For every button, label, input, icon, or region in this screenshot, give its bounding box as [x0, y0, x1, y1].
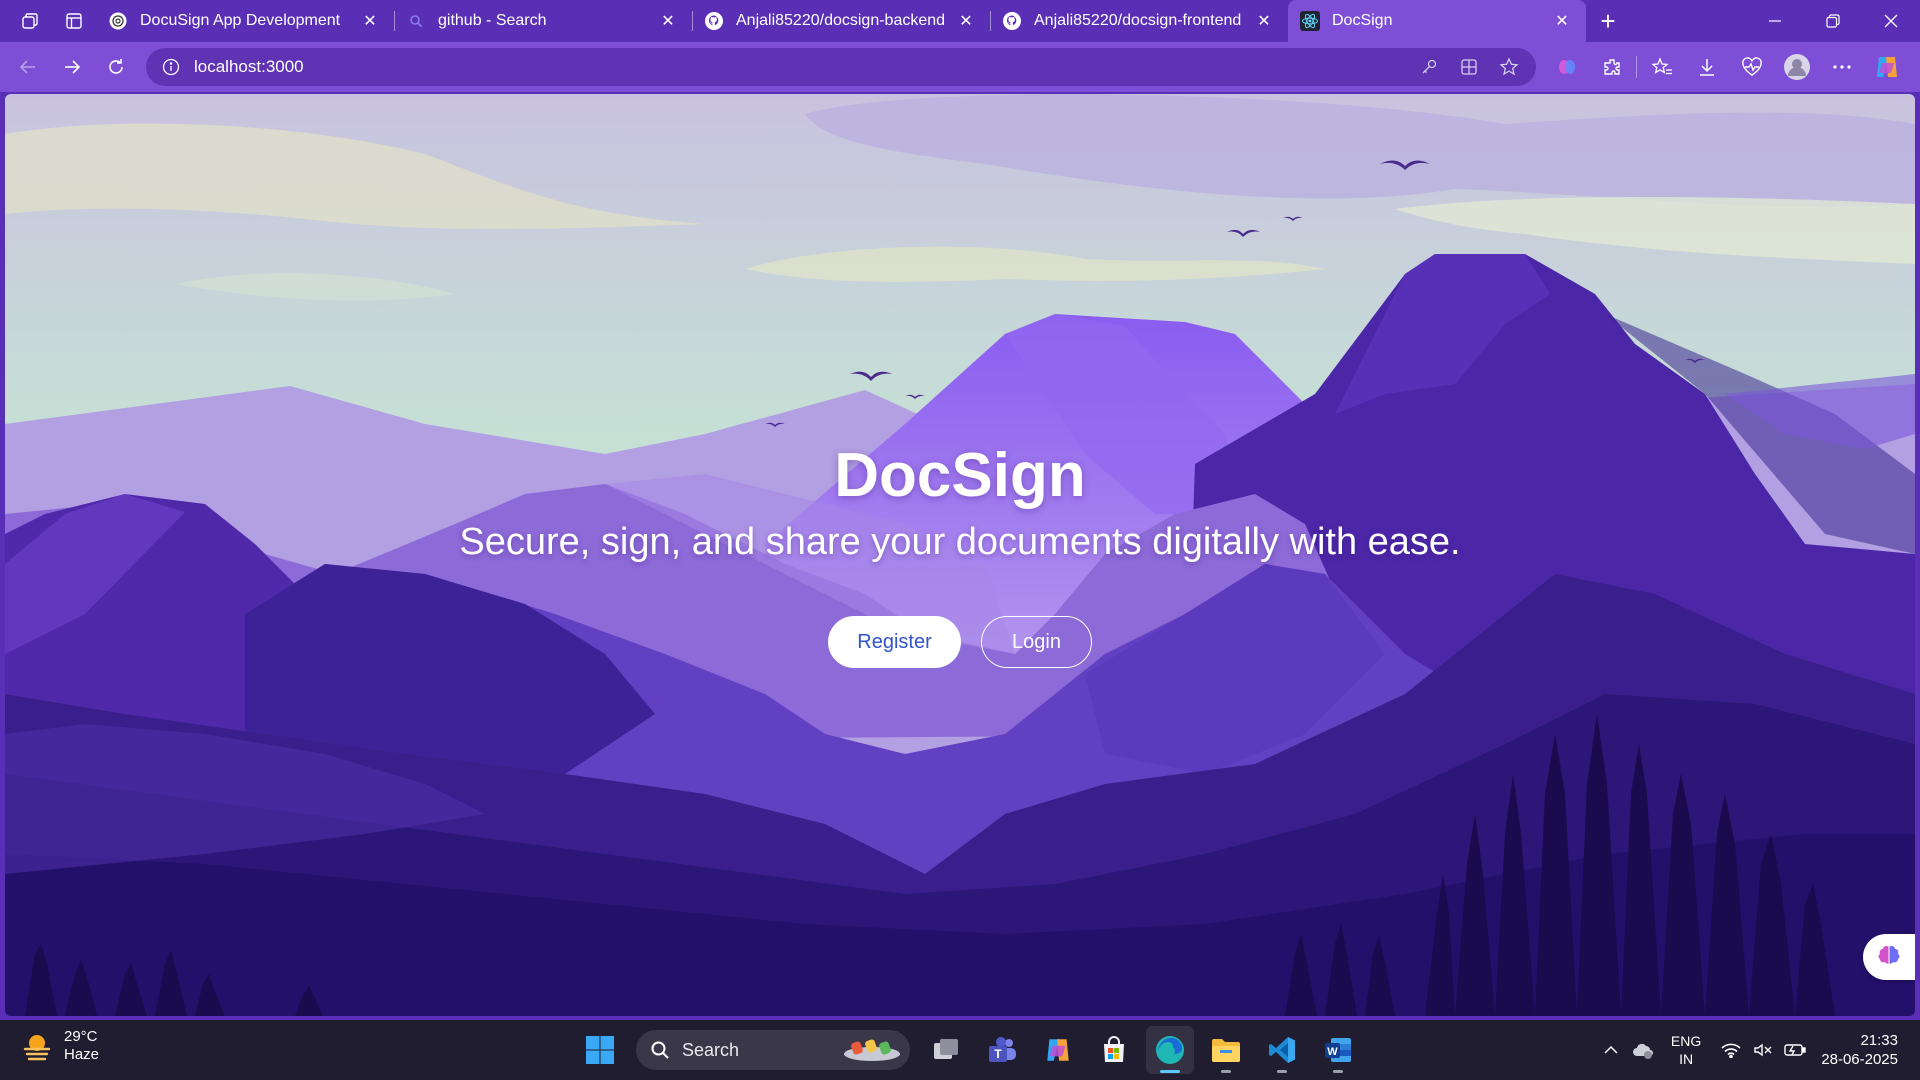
- taskbar-apps: Search T W: [576, 1026, 1362, 1074]
- clock-time: 21:33: [1860, 1032, 1898, 1049]
- workspaces-icon[interactable]: [8, 0, 52, 42]
- vscode-app[interactable]: [1258, 1026, 1306, 1074]
- battery-icon[interactable]: [1779, 1030, 1811, 1070]
- clock[interactable]: 21:33 28-06-2025: [1821, 1031, 1898, 1069]
- clock-date: 28-06-2025: [1821, 1051, 1898, 1068]
- github-icon: [704, 11, 724, 31]
- restore-icon[interactable]: [1804, 0, 1862, 42]
- vscode-icon: [1269, 1037, 1295, 1063]
- tab-title: Anjali85220/docsign-frontend: [1034, 12, 1242, 29]
- forward-icon[interactable]: [50, 47, 94, 87]
- teams-icon: T: [989, 1037, 1016, 1062]
- close-icon[interactable]: ✕: [1550, 9, 1574, 33]
- tab-docsign-backend[interactable]: Anjali85220/docsign-backend ✕: [692, 0, 990, 42]
- microsoft-store-app[interactable]: [1090, 1026, 1138, 1074]
- edge-icon: [1156, 1036, 1184, 1064]
- show-hidden-icons-icon[interactable]: [1595, 1030, 1627, 1070]
- tab-title: Anjali85220/docsign-backend: [736, 12, 946, 29]
- teams-app[interactable]: T: [978, 1026, 1026, 1074]
- apps-icon[interactable]: [1452, 50, 1486, 84]
- close-window-icon[interactable]: [1862, 0, 1920, 42]
- svg-text:T: T: [994, 1047, 1002, 1061]
- tab-github-search[interactable]: github - Search ✕: [394, 0, 692, 42]
- tab-title: DocuSign App Development: [140, 12, 341, 29]
- wifi-icon[interactable]: [1715, 1030, 1747, 1070]
- tab-title: DocSign: [1332, 12, 1393, 29]
- svg-text:W: W: [1327, 1046, 1338, 1058]
- taskbar-search[interactable]: Search: [636, 1030, 910, 1070]
- copilot-icon: [1047, 1039, 1069, 1061]
- search-highlight-icon: [844, 1039, 900, 1061]
- extensions-icon[interactable]: [1589, 47, 1634, 87]
- copilot-extension-icon[interactable]: [1544, 47, 1589, 87]
- toolbar-divider: [1636, 56, 1637, 78]
- close-icon[interactable]: ✕: [656, 9, 680, 33]
- refresh-icon[interactable]: [94, 47, 138, 87]
- copilot-icon[interactable]: [1864, 47, 1909, 87]
- window-controls: [1746, 0, 1920, 42]
- word-app[interactable]: W: [1314, 1026, 1362, 1074]
- close-icon[interactable]: ✕: [1252, 9, 1276, 33]
- system-tray: ENG IN 21:33 28-06-2025: [1595, 1020, 1920, 1080]
- search-label: Search: [682, 1039, 740, 1060]
- haze-weather-icon: [23, 1035, 51, 1061]
- store-icon: [1104, 1036, 1124, 1062]
- tab-docusign-app-development[interactable]: DocuSign App Development ✕: [96, 0, 394, 42]
- copilot-app[interactable]: [1034, 1026, 1082, 1074]
- tab-docsign-frontend[interactable]: Anjali85220/docsign-frontend ✕: [990, 0, 1288, 42]
- volume-muted-icon[interactable]: [1747, 1030, 1779, 1070]
- windows-taskbar: 29°C Haze Search T W ENG IN 21:33 28-06-…: [0, 1020, 1920, 1080]
- tab-docsign[interactable]: DocSign ✕: [1288, 0, 1586, 42]
- minimize-icon[interactable]: [1746, 0, 1804, 42]
- start-button[interactable]: [576, 1026, 624, 1074]
- register-button[interactable]: Register: [828, 616, 961, 668]
- brain-icon: [1877, 943, 1901, 972]
- close-icon[interactable]: ✕: [954, 9, 978, 33]
- weather-temperature: 29°C: [64, 1028, 98, 1045]
- windows-logo-icon: [586, 1036, 614, 1064]
- url-text: localhost:3000: [194, 57, 304, 76]
- task-view-icon: [934, 1039, 958, 1059]
- info-icon[interactable]: [160, 56, 182, 78]
- region-code: IN: [1679, 1051, 1694, 1067]
- chatgpt-icon: [108, 11, 128, 31]
- word-icon: W: [1325, 1038, 1351, 1062]
- vertical-tabs-icon[interactable]: [52, 0, 96, 42]
- more-options-icon[interactable]: [1819, 47, 1864, 87]
- favorite-star-icon[interactable]: [1492, 50, 1526, 84]
- weather-condition: Haze: [64, 1046, 100, 1063]
- login-button[interactable]: Login: [981, 616, 1092, 668]
- downloads-icon[interactable]: [1684, 47, 1729, 87]
- address-bar[interactable]: localhost:3000: [146, 48, 1536, 86]
- tab-title: github - Search: [438, 12, 547, 29]
- language-code: ENG: [1670, 1033, 1702, 1049]
- folder-icon: [1212, 1039, 1240, 1062]
- weather-widget[interactable]: 29°C Haze: [20, 1028, 99, 1064]
- search-icon: [406, 11, 426, 31]
- browser-tab-strip: DocuSign App Development ✕ github - Sear…: [0, 0, 1920, 42]
- onedrive-icon[interactable]: [1627, 1030, 1659, 1070]
- browser-toolbar: localhost:3000: [0, 42, 1920, 92]
- hero-buttons: Register Login: [5, 616, 1915, 668]
- close-icon[interactable]: ✕: [358, 9, 382, 33]
- react-icon: [1300, 11, 1320, 31]
- favorites-icon[interactable]: [1639, 47, 1684, 87]
- page-title: DocSign: [834, 441, 1086, 510]
- search-icon: [651, 1041, 669, 1059]
- floating-assistant-widget[interactable]: [1863, 934, 1915, 980]
- page-subtitle: Secure, sign, and share your documents d…: [459, 521, 1461, 563]
- back-icon[interactable]: [6, 47, 50, 87]
- input-language[interactable]: ENG IN: [1671, 1032, 1701, 1068]
- edge-app[interactable]: [1146, 1026, 1194, 1074]
- page-content: DocSign Secure, sign, and share your doc…: [5, 94, 1915, 1016]
- browser-essentials-icon[interactable]: [1729, 47, 1774, 87]
- new-tab-button[interactable]: +: [1586, 0, 1630, 42]
- profile-avatar-icon[interactable]: [1774, 47, 1819, 87]
- key-icon[interactable]: [1412, 50, 1446, 84]
- file-explorer-app[interactable]: [1202, 1026, 1250, 1074]
- task-view-button[interactable]: [922, 1026, 970, 1074]
- github-icon: [1002, 11, 1022, 31]
